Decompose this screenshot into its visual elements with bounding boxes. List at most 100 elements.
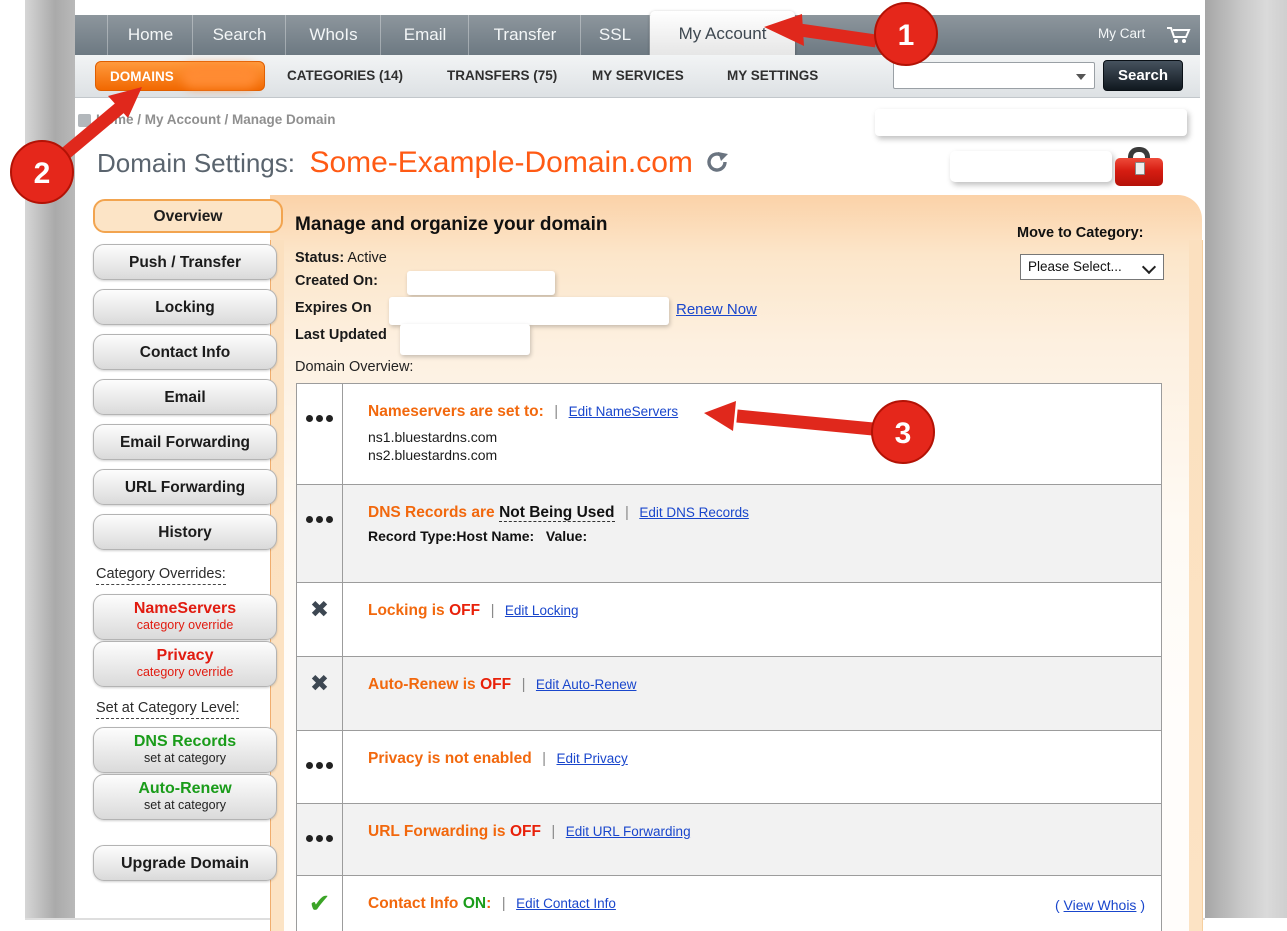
sidebar-tab-locking[interactable]: Locking xyxy=(93,289,277,325)
view-whois-wrap: ( View Whois ) xyxy=(1055,897,1145,913)
row-title: Contact Info xyxy=(368,895,458,912)
subnav-transfers[interactable]: TRANSFERS (75) xyxy=(447,55,557,97)
tab-whois[interactable]: WhoIs xyxy=(285,15,381,55)
expires-line: Expires On xyxy=(295,300,372,316)
edit-locking-link[interactable]: Edit Locking xyxy=(505,603,579,618)
edit-nameservers-link[interactable]: Edit NameServers xyxy=(569,404,679,419)
domain-overview-table: Nameservers are set to: | Edit NameServe… xyxy=(296,383,1162,931)
tab-transfer[interactable]: Transfer xyxy=(468,15,581,55)
upgrade-domain-button[interactable]: Upgrade Domain xyxy=(93,845,277,881)
separator: | xyxy=(485,602,501,619)
redacted-box-breadcrumb xyxy=(875,109,1187,136)
sidebar-tab-contact-info[interactable]: Contact Info xyxy=(93,334,277,370)
separator: | xyxy=(496,895,512,912)
subnav-my-settings[interactable]: MY SETTINGS xyxy=(727,55,818,97)
sidebar-tab-overview[interactable]: Overview xyxy=(93,199,283,233)
domain-manager-screen: Home Search WhoIs Email Transfer SSL My … xyxy=(0,0,1287,931)
domain-search-input[interactable] xyxy=(896,65,1075,88)
chevron-down-icon[interactable] xyxy=(1076,74,1086,80)
edit-dns-records-link[interactable]: Edit DNS Records xyxy=(639,505,749,520)
table-row-nameservers: Nameservers are set to: | Edit NameServe… xyxy=(297,384,1161,485)
set-at-title: Auto-Renew xyxy=(94,779,276,798)
override-title: NameServers xyxy=(94,599,276,618)
row-title: Nameservers are set to: xyxy=(368,403,544,420)
table-row-locking: ✖ Locking is OFF | Edit Locking xyxy=(297,583,1161,657)
my-cart-link[interactable]: My Cart xyxy=(1098,15,1145,55)
redacted-box-updated-date xyxy=(400,324,530,355)
table-row-auto-renew: ✖ Auto-Renew is OFF | Edit Auto-Renew xyxy=(297,657,1161,731)
last-updated-label: Last Updated xyxy=(295,327,387,343)
breadcrumb-home-icon xyxy=(78,114,91,127)
toolbox-icon[interactable] xyxy=(1115,147,1163,186)
check-icon: ✔ xyxy=(297,876,343,931)
separator: | xyxy=(516,676,532,693)
sub-navigation-bar: DOMAINS CATEGORIES (14) TRANSFERS (75) M… xyxy=(75,55,1200,98)
row-status: OFF xyxy=(480,676,511,693)
move-to-category-label: Move to Category: xyxy=(1017,225,1144,241)
category-select[interactable]: Please Select... xyxy=(1020,254,1164,280)
refresh-icon[interactable] xyxy=(705,150,729,174)
override-sub: category override xyxy=(94,665,276,679)
view-whois-link[interactable]: View Whois xyxy=(1064,897,1137,913)
page-title: Domain Settings: Some-Example-Domain.com xyxy=(97,146,729,180)
subnav-domains-button[interactable]: DOMAINS xyxy=(95,61,265,91)
sidebar-button-privacy-override[interactable]: Privacy category override xyxy=(93,641,277,687)
sidebar-button-auto-renew-category[interactable]: Auto-Renew set at category xyxy=(93,774,277,820)
row-status: Not Being Used xyxy=(499,504,614,522)
sidebar-tab-push-transfer[interactable]: Push / Transfer xyxy=(93,244,277,280)
section-heading: Manage and organize your domain xyxy=(295,214,608,236)
created-label: Created On: xyxy=(295,273,378,289)
edit-auto-renew-link[interactable]: Edit Auto-Renew xyxy=(536,677,637,692)
edit-contact-info-link[interactable]: Edit Contact Info xyxy=(516,896,616,911)
dots-icon xyxy=(297,485,343,582)
domain-overview-label: Domain Overview: xyxy=(295,359,413,375)
status-label: Status: xyxy=(295,250,344,266)
sidebar-button-nameservers-override[interactable]: NameServers category override xyxy=(93,594,277,640)
dots-icon xyxy=(297,731,343,803)
tab-home[interactable]: Home xyxy=(107,15,193,55)
tab-my-account-active[interactable]: My Account xyxy=(650,11,795,55)
domain-search-combobox[interactable] xyxy=(893,62,1095,89)
status-value: Active xyxy=(347,250,387,266)
sidebar-tab-email[interactable]: Email xyxy=(93,379,277,415)
sidebar-tab-url-forwarding[interactable]: URL Forwarding xyxy=(93,469,277,505)
nameserver-value: ns2.bluestardns.com xyxy=(368,446,1147,464)
redacted-box-created-date xyxy=(407,271,555,295)
cart-icon[interactable] xyxy=(1165,25,1193,45)
redaction-blur xyxy=(182,65,258,88)
table-row-url-forwarding: URL Forwarding is OFF | Edit URL Forward… xyxy=(297,804,1161,876)
breadcrumb[interactable]: Home / My Account / Manage Domain xyxy=(96,112,336,127)
page-title-domain: Some-Example-Domain.com xyxy=(309,146,692,179)
set-at-sub: set at category xyxy=(94,751,276,765)
redacted-box-title xyxy=(950,151,1112,182)
window-left-margin xyxy=(25,0,75,918)
subnav-my-services[interactable]: MY SERVICES xyxy=(592,55,684,97)
created-line: Created On: xyxy=(295,273,378,289)
separator: | xyxy=(545,823,561,840)
tab-email[interactable]: Email xyxy=(380,15,469,55)
category-select-value: Please Select... xyxy=(1028,259,1122,274)
separator: | xyxy=(619,504,635,521)
row-title: Privacy is not enabled xyxy=(368,750,532,767)
tab-search[interactable]: Search xyxy=(192,15,286,55)
tab-ssl[interactable]: SSL xyxy=(580,15,650,55)
redacted-box-expires-date xyxy=(389,297,669,325)
sidebar-button-dns-records-category[interactable]: DNS Records set at category xyxy=(93,727,277,773)
sidebar-tab-history[interactable]: History xyxy=(93,514,277,550)
row-title: URL Forwarding is xyxy=(368,823,506,840)
edit-url-forwarding-link[interactable]: Edit URL Forwarding xyxy=(566,824,691,839)
renew-now-link[interactable]: Renew Now xyxy=(676,301,757,318)
table-row-privacy: Privacy is not enabled | Edit Privacy xyxy=(297,731,1161,804)
edit-privacy-link[interactable]: Edit Privacy xyxy=(557,751,628,766)
row-title: Locking is xyxy=(368,602,445,619)
search-button[interactable]: Search xyxy=(1103,60,1183,91)
dots-icon xyxy=(297,804,343,875)
chevron-down-icon xyxy=(1142,260,1156,274)
table-row-contact-info: ✔ Contact Info ON: | Edit Contact Info (… xyxy=(297,876,1161,931)
subnav-categories[interactable]: CATEGORIES (14) xyxy=(287,55,403,97)
x-icon: ✖ xyxy=(297,657,343,730)
subnav-domains-label: DOMAINS xyxy=(110,69,174,84)
status-line: Status: Active xyxy=(295,250,387,266)
sidebar-tab-email-forwarding[interactable]: Email Forwarding xyxy=(93,424,277,460)
last-updated-line: Last Updated xyxy=(295,327,387,343)
